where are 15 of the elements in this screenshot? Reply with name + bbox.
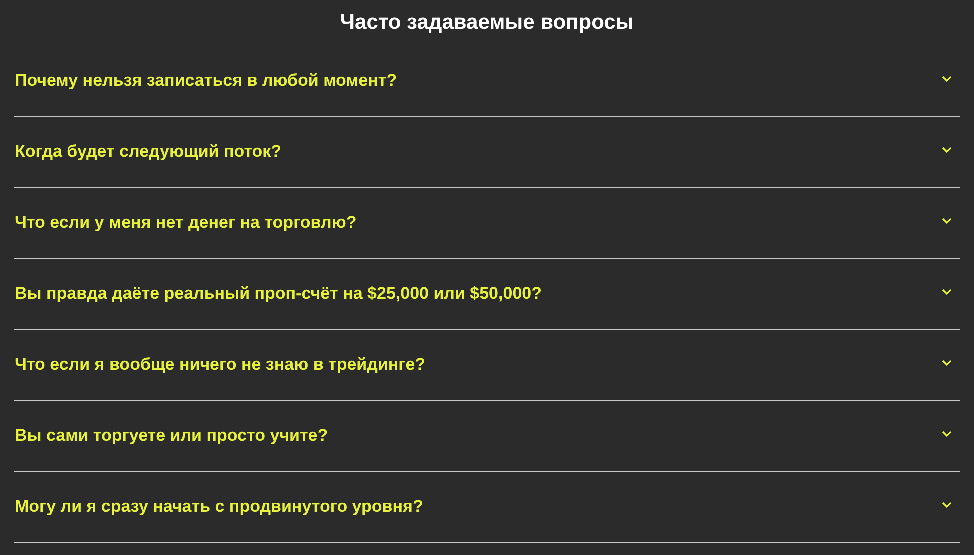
faq-item[interactable]: Почему нельзя записаться в любой момент? (14, 46, 960, 117)
faq-question: Вы правда даёте реальный проп-счёт на $25,000 или $50,000? (15, 284, 542, 304)
faq-item[interactable]: Вы сами торгуете или просто учите? (14, 401, 960, 472)
section-title: Часто задаваемые вопросы (339, 10, 635, 36)
faq-item[interactable]: Могу ли я сразу начать с продвинутого уровня? (14, 472, 960, 543)
faq-question: Могу ли я сразу начать с продвинутого уровня? (15, 497, 424, 517)
faq-item[interactable]: Что если у меня нет денег на торговлю? (14, 188, 960, 259)
faq-question: Вы сами торгуете или просто учите? (15, 426, 328, 446)
faq-question: Почему нельзя записаться в любой момент? (15, 71, 398, 91)
faq-question: Когда будет следующий поток? (15, 142, 282, 162)
faq-item[interactable]: Вы правда даёте реальный проп-счёт на $25,000 или $50,000? (14, 259, 960, 330)
faq-question: Что если я вообще ничего не знаю в трейдинге? (15, 355, 426, 375)
faq-question: Что если у меня нет денег на торговлю? (15, 213, 357, 233)
faq-item[interactable]: Когда будет следующий поток? (14, 117, 960, 188)
faq-item[interactable]: Что если я вообще ничего не знаю в трейдинге? (14, 330, 960, 401)
